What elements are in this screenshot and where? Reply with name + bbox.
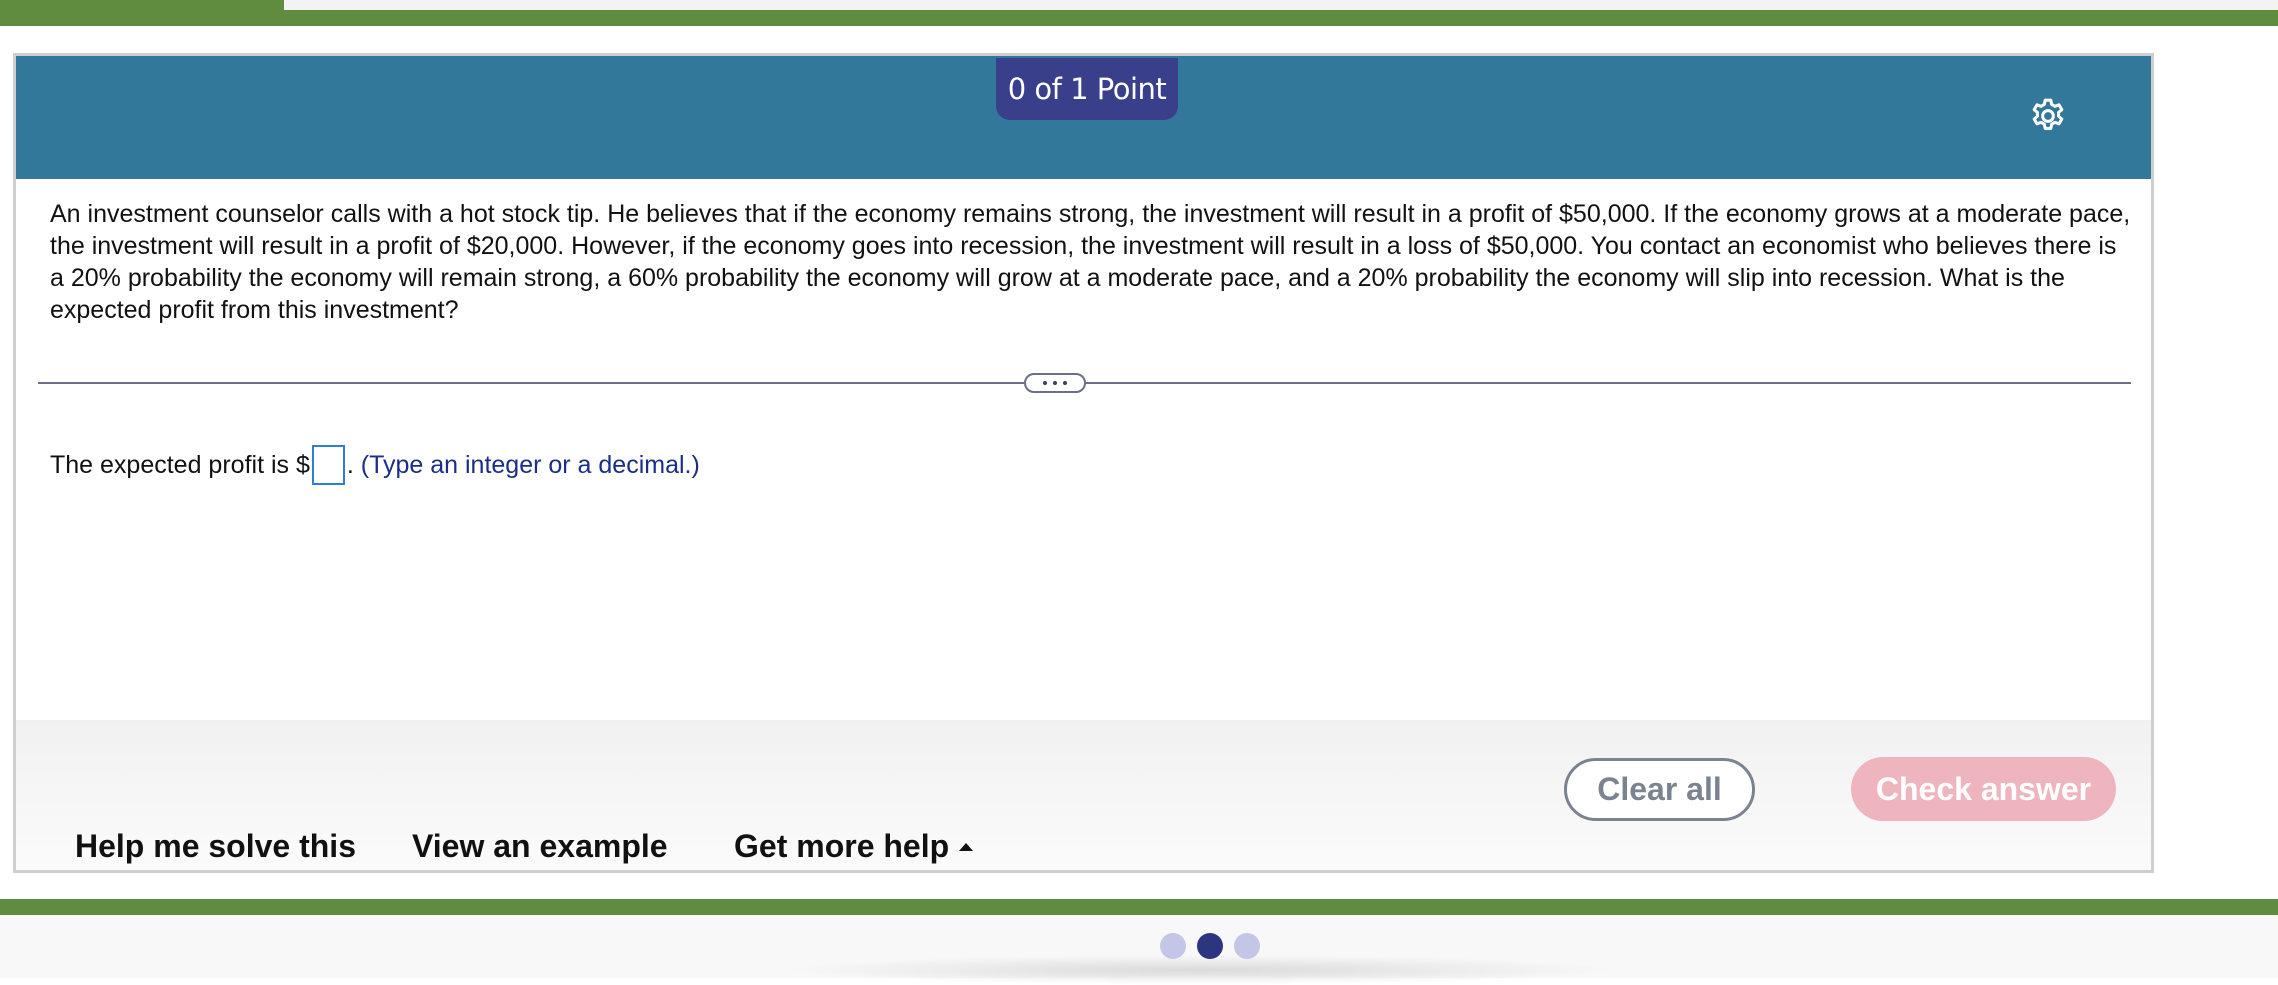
clear-all-button[interactable]: Clear all (1564, 758, 1755, 821)
question-header: 0 of 1 Point (16, 56, 2151, 179)
page-dot-2[interactable] (1197, 933, 1223, 959)
gear-icon[interactable] (2028, 96, 2068, 136)
help-me-solve-button[interactable]: Help me solve this (75, 828, 356, 865)
expand-handle[interactable] (1024, 373, 1086, 393)
answer-suffix: . (346, 450, 354, 479)
dot-icon (1043, 381, 1047, 385)
answer-row: The expected profit is $ . (Type an inte… (50, 445, 700, 485)
dot-icon (1053, 381, 1057, 385)
view-example-button[interactable]: View an example (412, 828, 668, 865)
dot-icon (1063, 381, 1067, 385)
answer-input[interactable] (311, 445, 345, 485)
caret-up-icon (959, 842, 974, 851)
question-text: An investment counselor calls with a hot… (50, 200, 2131, 324)
pagination-dots (1160, 933, 1260, 959)
answer-hint: (Type an integer or a decimal.) (353, 450, 700, 479)
get-more-help-button[interactable]: Get more help (734, 828, 974, 865)
question-card: 0 of 1 Point An investment counselor cal… (13, 53, 2154, 873)
bottom-green-bar (0, 899, 2278, 915)
check-answer-button[interactable]: Check answer (1851, 757, 2116, 821)
page-dot-3[interactable] (1234, 933, 1260, 959)
pagination-shadow (780, 955, 1620, 985)
page-dot-1[interactable] (1160, 933, 1186, 959)
get-more-help-label: Get more help (734, 828, 950, 864)
top-strip (284, 0, 2278, 10)
action-footer: Help me solve this View an example Get m… (16, 720, 2151, 870)
answer-prefix: The expected profit is $ (50, 450, 310, 479)
points-badge: 0 of 1 Point (996, 58, 1178, 120)
